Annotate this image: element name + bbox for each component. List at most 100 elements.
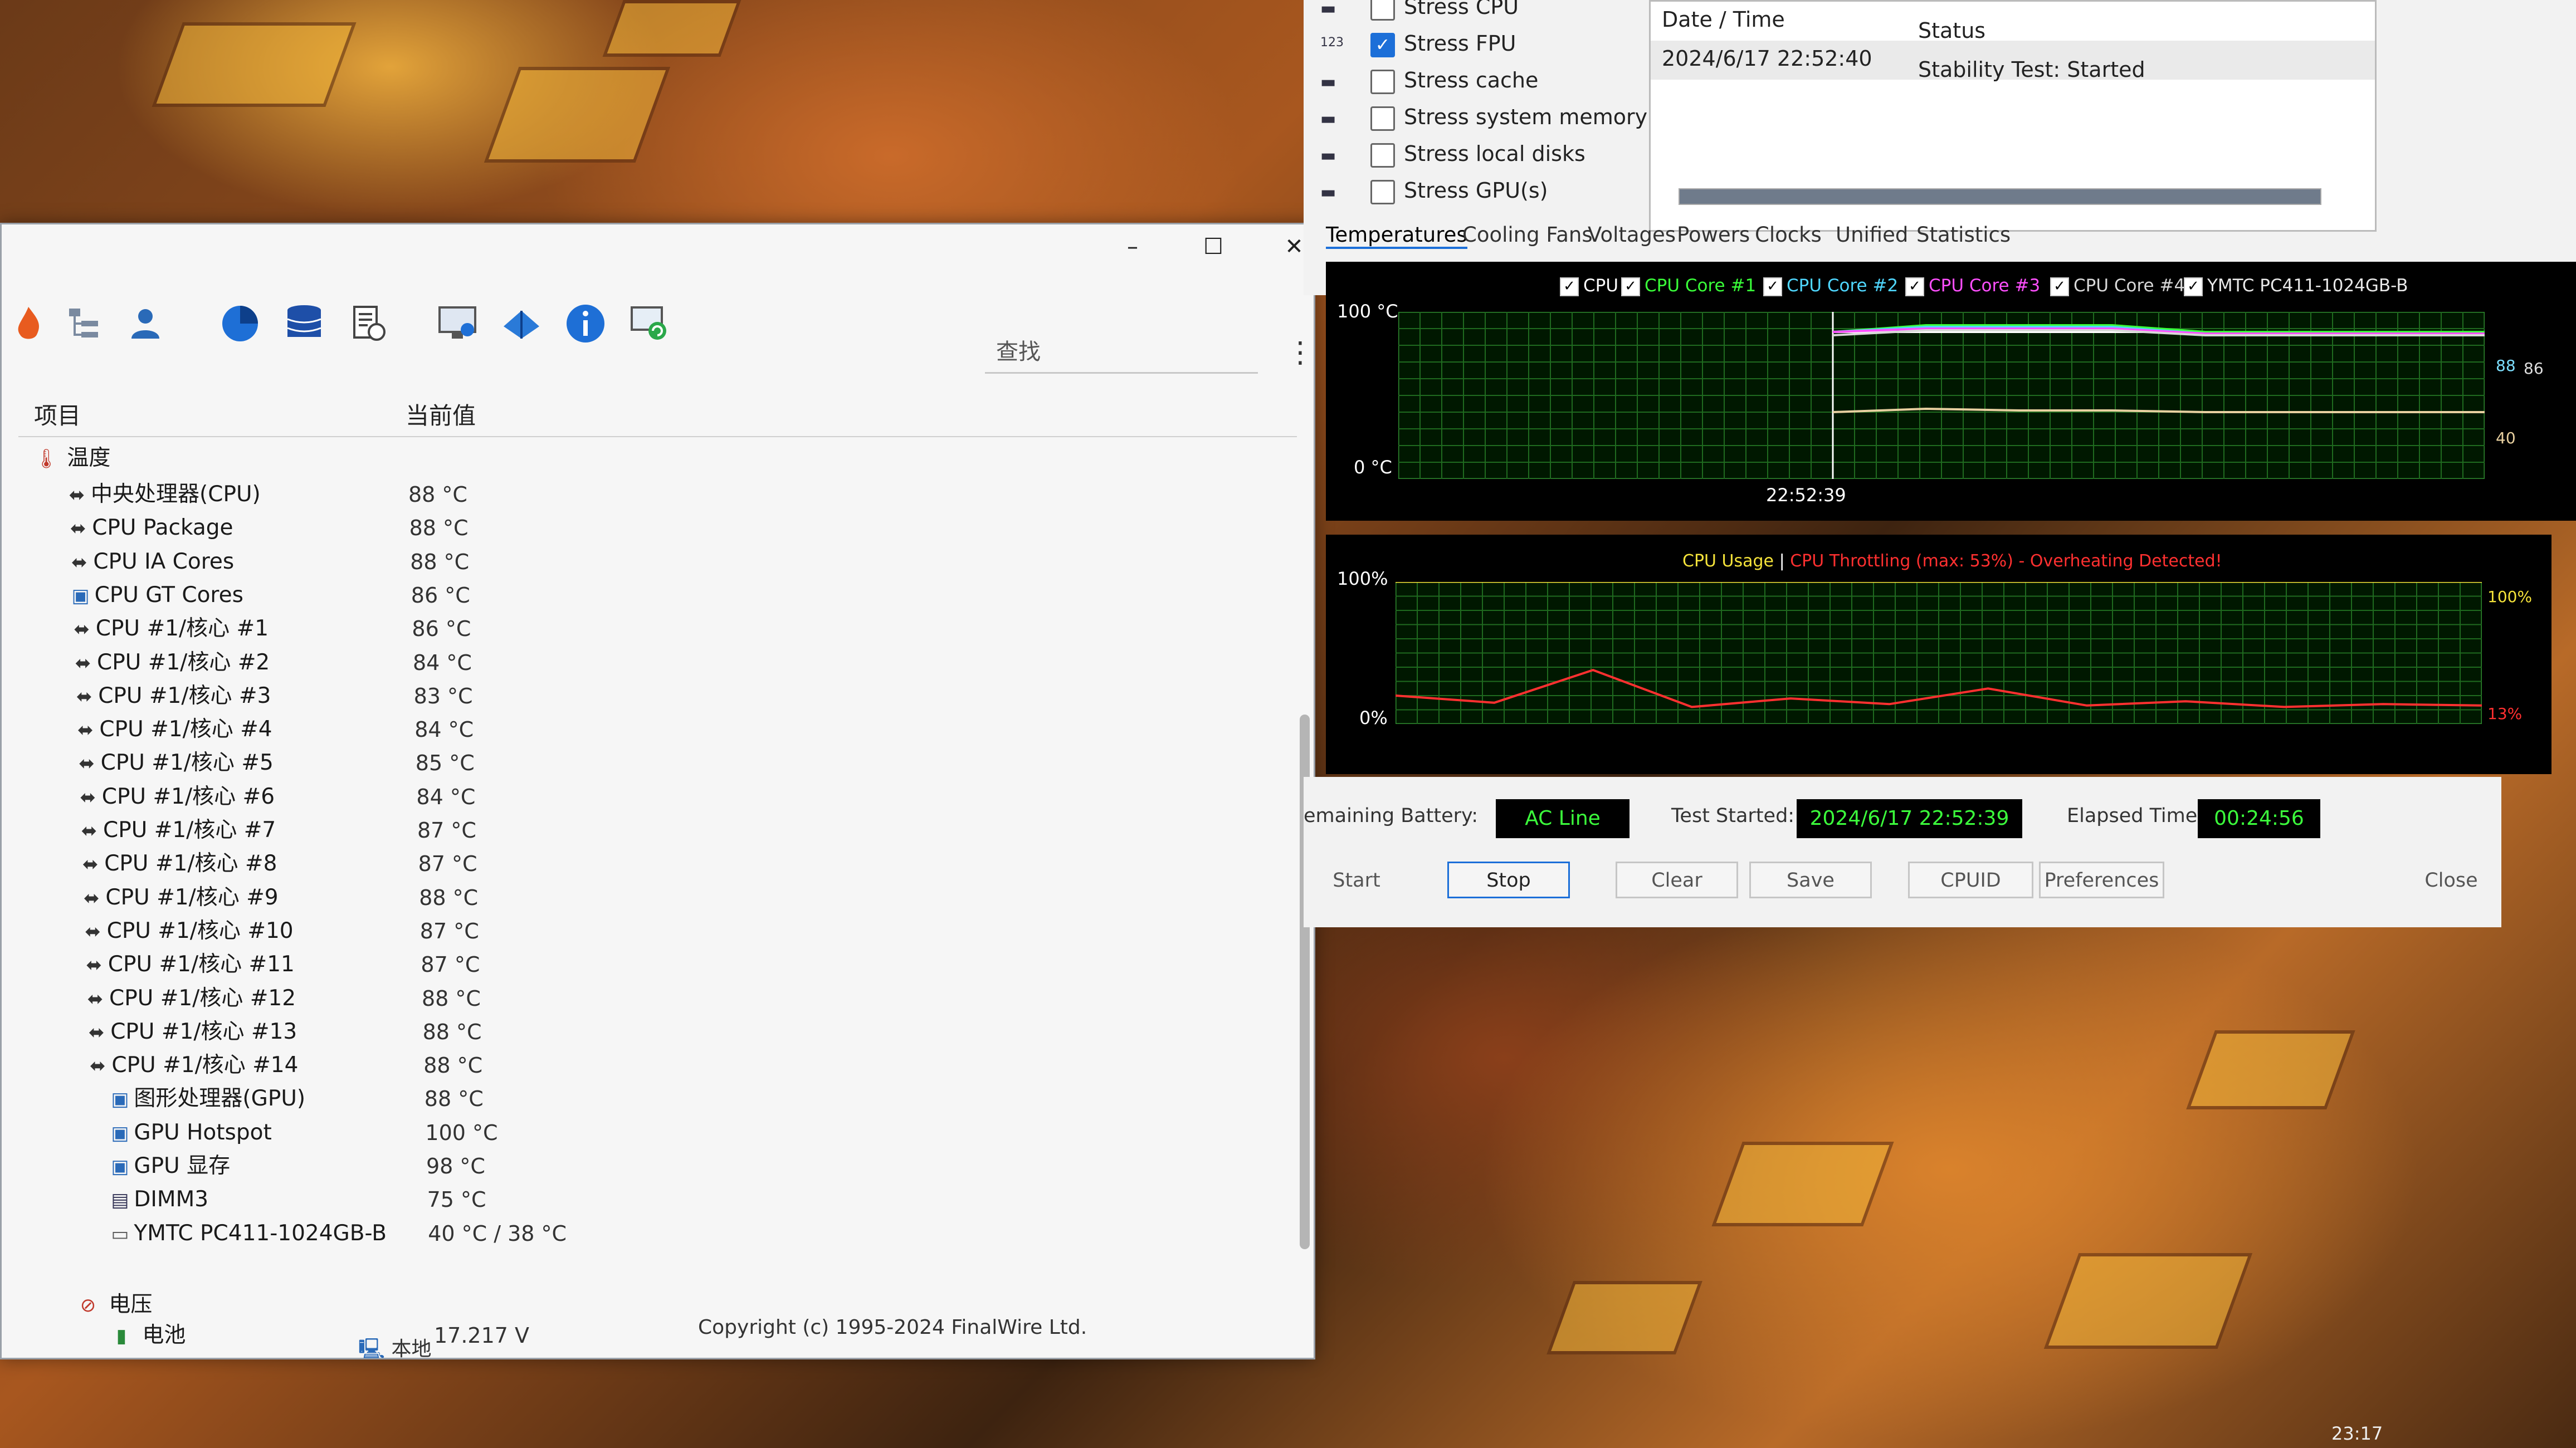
tab-cooling-fans[interactable]: Cooling Fans xyxy=(1462,223,1593,247)
tab-unified[interactable]: Unified xyxy=(1836,223,1908,247)
tab-statistics[interactable]: Statistics xyxy=(1916,223,2011,247)
log-header-status[interactable]: Status xyxy=(1918,18,1985,43)
log-header-date[interactable]: Date / Time xyxy=(1662,7,1785,32)
window-titlebar: – ☐ ✕ xyxy=(2,224,1314,269)
legend-item[interactable]: ✓ CPU Core #4 xyxy=(2050,276,2185,296)
sensor-row[interactable]: ▤ DIMM3 xyxy=(106,1183,208,1216)
user-icon[interactable] xyxy=(119,297,172,350)
save-button[interactable]: Save xyxy=(1749,862,1872,898)
tree-view-icon[interactable] xyxy=(57,297,111,350)
tab-powers[interactable]: Powers xyxy=(1677,223,1750,247)
stop-button[interactable]: Stop xyxy=(1447,862,1570,898)
legend-item[interactable]: ✓ CPU xyxy=(1560,276,1618,296)
database-icon[interactable] xyxy=(277,297,331,350)
gpu-icon: ▣ xyxy=(111,1122,129,1144)
legend-checkbox[interactable]: ✓ xyxy=(2050,277,2069,296)
sensor-label: 中央处理器(CPU) xyxy=(91,482,261,507)
sensor-row[interactable]: ⬌ CPU Package xyxy=(64,511,233,545)
cpu-usage-graph: CPU Usage | CPU Throttling (max: 53%) - … xyxy=(1326,535,2551,774)
sensor-row[interactable]: ▣ 图形处理器(GPU) xyxy=(106,1082,305,1116)
stress-option[interactable]: Stress system memory xyxy=(1370,105,1647,136)
sensor-row[interactable]: ⬌ CPU #1/核心 #1 xyxy=(68,612,269,645)
sensor-value: 83 °C xyxy=(413,683,473,708)
maximize-button[interactable]: ☐ xyxy=(1191,230,1236,263)
report-icon[interactable] xyxy=(341,297,395,350)
stress-option[interactable]: Stress cache xyxy=(1370,68,1538,99)
wallpaper-tile xyxy=(152,22,357,107)
stress-checkbox[interactable] xyxy=(1370,69,1395,94)
sensor-row[interactable]: ⬌ CPU #1/核心 #4 xyxy=(71,713,272,746)
sensor-row[interactable]: ⬌ CPU #1/核心 #14 xyxy=(84,1049,298,1082)
legend-checkbox[interactable]: ✓ xyxy=(1763,277,1782,296)
sensor-row[interactable]: ⬌ CPU #1/核心 #12 xyxy=(81,982,296,1015)
stress-option[interactable]: Stress local disks xyxy=(1370,141,1585,173)
cpuid-button[interactable]: CPUID xyxy=(1908,862,2033,898)
sensor-row[interactable]: ⬌ CPU #1/核心 #3 xyxy=(70,679,271,713)
stress-checkbox[interactable] xyxy=(1370,106,1395,131)
legend-item[interactable]: ✓ CPU Core #2 xyxy=(1763,276,1898,296)
legend-item[interactable]: ✓ CPU Core #3 xyxy=(1905,276,2040,296)
pie-chart-icon[interactable] xyxy=(213,297,267,350)
sensor-label: 图形处理器(GPU) xyxy=(134,1086,306,1112)
sensor-row[interactable]: ⬌ CPU #1/核心 #6 xyxy=(74,780,275,814)
sensor-row[interactable]: ⬌ CPU #1/核心 #7 xyxy=(75,814,276,847)
cpu-icon: ⬌ xyxy=(77,719,94,742)
legend-checkbox[interactable]: ✓ xyxy=(1560,277,1579,296)
start-button[interactable]: Start xyxy=(1315,862,1398,898)
stress-checkbox[interactable] xyxy=(1370,143,1395,168)
minimize-button[interactable]: – xyxy=(1110,230,1155,263)
flame-icon[interactable] xyxy=(2,297,55,350)
legend-checkbox[interactable]: ✓ xyxy=(1905,277,1924,296)
stress-checkbox[interactable] xyxy=(1370,179,1395,204)
sensor-window: – ☐ ✕ 查找 ⋮ 项目 当前值 🌡 温度 ⬌ 中央处理器(CPU) 88 °… xyxy=(0,223,1315,1361)
sensor-value: 40 °C / 38 °C xyxy=(428,1221,567,1246)
stress-option[interactable]: ✓ Stress FPU xyxy=(1370,31,1516,62)
sensor-label: CPU #1/核心 #11 xyxy=(108,952,295,977)
section-voltage[interactable]: ⊘ 电压 xyxy=(74,1288,153,1322)
network-icon[interactable] xyxy=(495,297,548,350)
legend-item[interactable]: ✓ YMTC PC411-1024GB-B xyxy=(2184,276,2408,296)
sensor-row[interactable]: ⬌ CPU #1/核心 #13 xyxy=(82,1015,297,1049)
usage-separator: | xyxy=(1779,551,1785,571)
section-temperature[interactable]: 🌡 温度 xyxy=(32,442,110,475)
sensor-row[interactable]: ⬌ CPU #1/核心 #9 xyxy=(77,881,278,914)
monitor-icon[interactable] xyxy=(431,297,484,350)
info-icon[interactable] xyxy=(559,297,612,350)
sensor-row[interactable]: ⬌ CPU #1/核心 #10 xyxy=(79,914,293,948)
sensor-value: 86 °C xyxy=(412,617,471,642)
stress-label: Stress CPU xyxy=(1404,0,1519,19)
stress-label: Stress local disks xyxy=(1404,141,1585,166)
stress-option[interactable]: Stress CPU xyxy=(1370,0,1519,26)
sensor-row[interactable]: ▣ GPU 显存 xyxy=(106,1149,230,1183)
tab-temperatures[interactable]: Temperatures xyxy=(1326,223,1467,249)
sensor-row[interactable]: ⬌ CPU #1/核心 #8 xyxy=(76,847,277,880)
legend-item[interactable]: ✓ CPU Core #1 xyxy=(1621,276,1756,296)
sensor-value: 88 °C xyxy=(423,1053,483,1078)
temp-right-label-86: 86 xyxy=(2524,359,2544,378)
legend-checkbox[interactable]: ✓ xyxy=(2184,277,2203,296)
search-input[interactable]: 查找 xyxy=(985,330,1258,374)
close-button[interactable]: Close xyxy=(2407,862,2496,898)
tab-voltages[interactable]: Voltages xyxy=(1588,223,1676,247)
sensor-row[interactable]: ⬌ CPU #1/核心 #11 xyxy=(80,948,295,981)
cpu-icon: ⬌ xyxy=(70,517,86,540)
clear-button[interactable]: Clear xyxy=(1616,862,1738,898)
tab-clocks[interactable]: Clocks xyxy=(1755,223,1822,247)
sensor-row[interactable]: ⬌ CPU #1/核心 #2 xyxy=(69,646,270,679)
sensor-row[interactable]: ▣ CPU GT Cores xyxy=(67,579,243,612)
column-header-value[interactable]: 当前值 xyxy=(406,397,476,431)
sensor-row[interactable]: ⬌ CPU #1/核心 #5 xyxy=(73,746,273,780)
stress-option[interactable]: Stress GPU(s) xyxy=(1370,178,1548,209)
sensor-row[interactable]: ▣ GPU Hotspot xyxy=(106,1116,271,1149)
stress-checkbox[interactable] xyxy=(1370,0,1395,21)
preferences-button[interactable]: Preferences xyxy=(2039,862,2164,898)
legend-checkbox[interactable]: ✓ xyxy=(1621,277,1640,296)
column-header-item[interactable]: 项目 xyxy=(34,397,81,431)
refresh-icon[interactable] xyxy=(623,297,676,350)
sensor-row[interactable]: ▭ YMTC PC411-1024GB-B xyxy=(106,1217,387,1250)
sensor-value: 84 °C xyxy=(414,717,474,742)
stress-checkbox[interactable]: ✓ xyxy=(1370,32,1395,57)
sensor-row[interactable]: ⬌ 中央处理器(CPU) xyxy=(63,478,261,511)
sensor-row[interactable]: ⬌ CPU IA Cores xyxy=(65,545,234,579)
sensor-label: GPU Hotspot xyxy=(134,1119,272,1145)
